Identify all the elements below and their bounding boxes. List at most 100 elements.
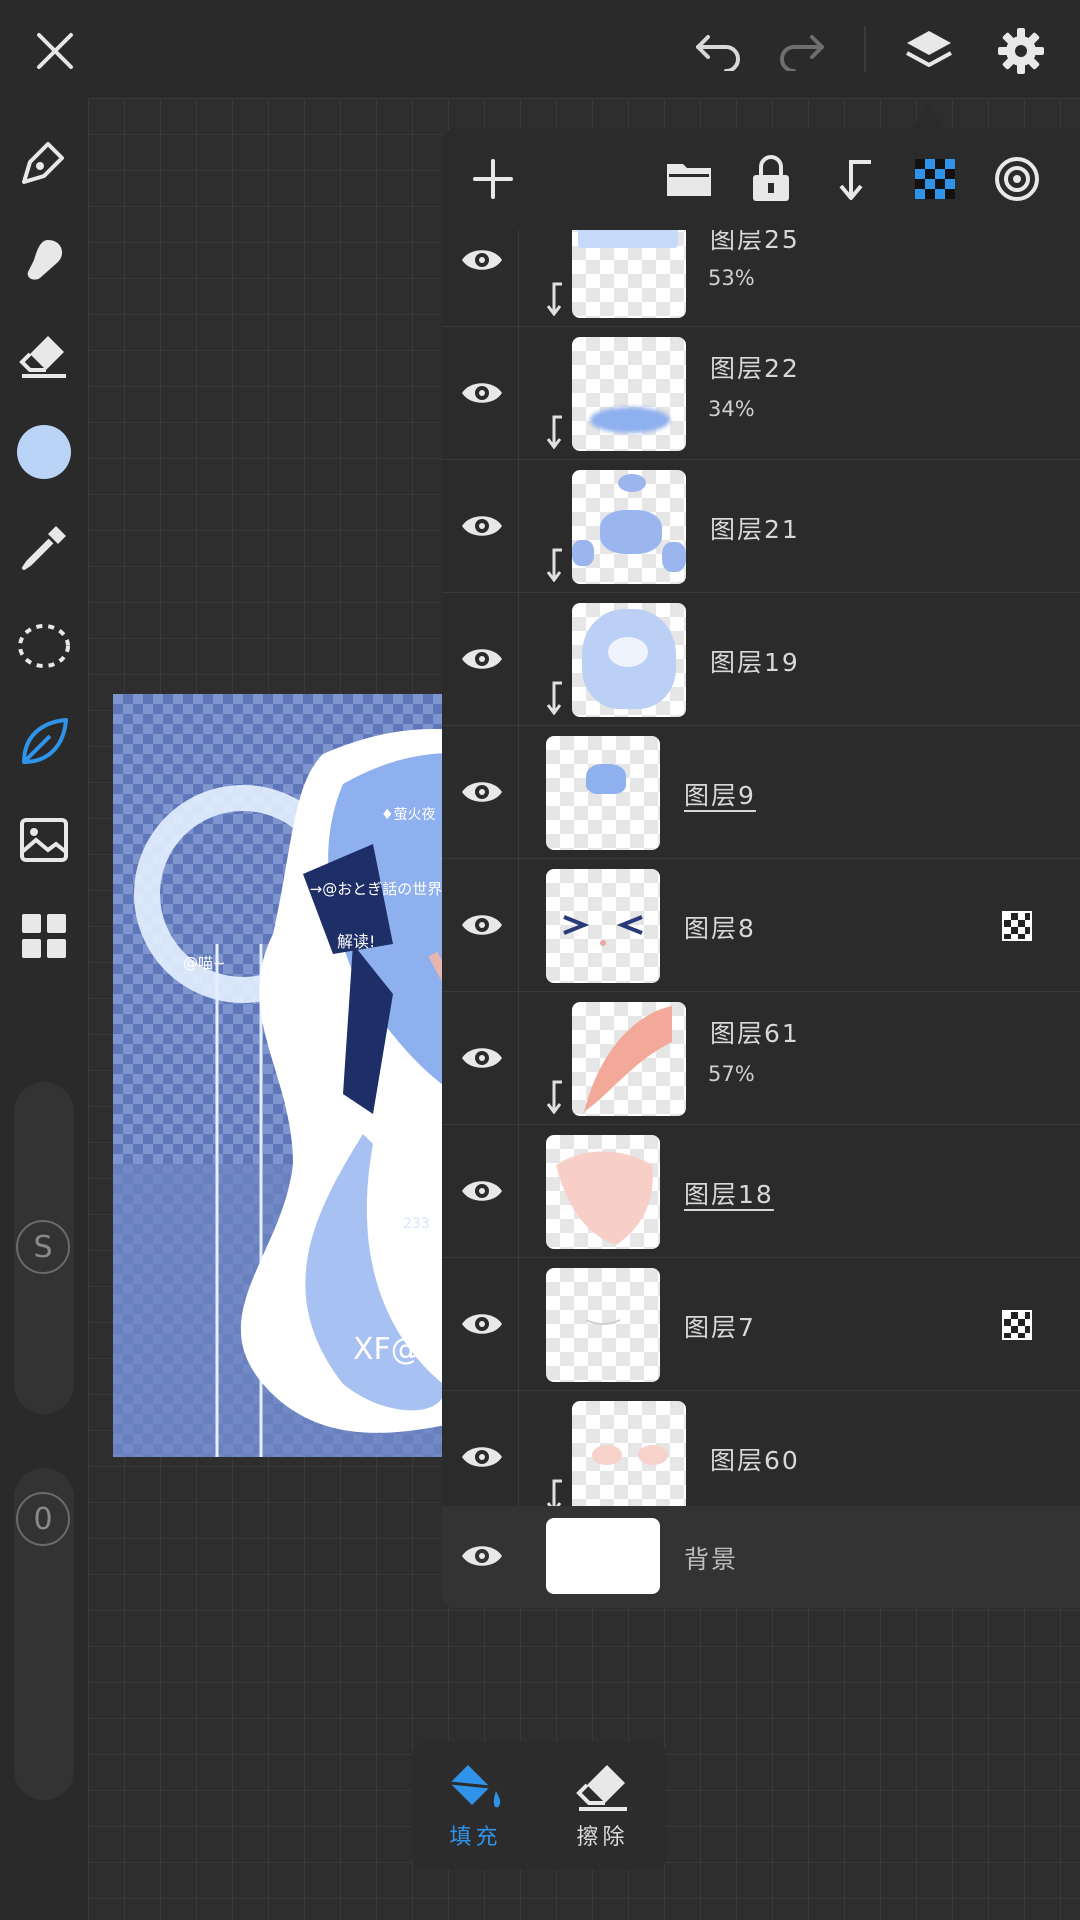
left-toolbar: S 0 xyxy=(0,98,88,1920)
layer-opacity: 34% xyxy=(708,397,755,421)
undo-icon[interactable] xyxy=(692,24,746,78)
layer-row[interactable]: 图层22 34% xyxy=(442,327,1080,460)
clip-indicator-icon xyxy=(546,1479,562,1506)
pen-tool-icon[interactable] xyxy=(14,132,74,192)
blend-mode-icon[interactable] xyxy=(990,152,1044,206)
layer-thumbnail xyxy=(572,603,686,717)
lasso-icon[interactable] xyxy=(14,616,74,676)
layer-row[interactable]: 图层60 xyxy=(442,1391,1080,1506)
redo-icon[interactable] xyxy=(774,24,828,78)
plus-icon[interactable] xyxy=(466,152,520,206)
layer-row[interactable]: 图层25 53% xyxy=(442,230,1080,327)
layer-thumbnail xyxy=(546,869,660,983)
artwork-text-3: 解读! xyxy=(337,932,376,951)
color-swatch[interactable] xyxy=(14,422,74,482)
eye-icon[interactable] xyxy=(456,1032,508,1084)
eye-icon[interactable] xyxy=(456,1298,508,1350)
toolbar-separator xyxy=(864,26,866,72)
layer-opacity: 57% xyxy=(708,1062,755,1086)
paint-bucket-icon xyxy=(449,1765,500,1808)
eye-icon[interactable] xyxy=(456,500,508,552)
fill-label: 填充 xyxy=(449,1825,502,1850)
artwork-text-2: (.→@おとぎ話の世界 xyxy=(299,880,443,898)
eraser-icon xyxy=(575,1765,627,1811)
layer-name: 图层19 xyxy=(710,648,800,677)
eraser-tool-icon[interactable] xyxy=(14,326,74,386)
background-thumbnail xyxy=(546,1518,660,1594)
alpha-lock-indicator-icon xyxy=(1002,911,1032,941)
eye-icon[interactable] xyxy=(456,1165,508,1217)
layer-row[interactable]: 图层61 57% xyxy=(442,992,1080,1125)
clip-indicator-icon xyxy=(546,415,562,449)
layers-icon[interactable] xyxy=(902,24,956,78)
brush-size-slider[interactable]: S xyxy=(14,1082,74,1414)
layer-row[interactable]: 图层8 xyxy=(442,859,1080,992)
layer-thumbnail xyxy=(546,736,660,850)
artwork-text-7: XF@ xyxy=(353,1332,421,1367)
layer-name: 图层22 xyxy=(710,354,800,383)
layer-thumbnail xyxy=(572,337,686,451)
layer-row[interactable]: 图层19 xyxy=(442,593,1080,726)
lock-icon[interactable] xyxy=(744,152,798,206)
layer-name: 图层61 xyxy=(710,1019,800,1048)
background-layer-name: 背景 xyxy=(684,1545,739,1574)
eyedropper-icon[interactable] xyxy=(14,518,74,578)
layers-panel-caret xyxy=(912,104,944,128)
image-import-icon[interactable] xyxy=(14,810,74,870)
layer-thumbnail xyxy=(572,230,686,318)
clip-indicator-icon xyxy=(546,282,562,316)
layer-opacity: 53% xyxy=(708,266,755,290)
eye-icon[interactable] xyxy=(456,367,508,419)
brush-opacity-knob[interactable]: 0 xyxy=(16,1492,70,1546)
layers-toolbar xyxy=(442,128,1080,230)
layers-panel: 图层25 53% 图层22 34% 图层21 图层19 图层9 图层8 图层61… xyxy=(442,128,1080,1608)
alpha-lock-indicator-icon xyxy=(1002,1310,1032,1340)
layer-name: 图层21 xyxy=(710,515,800,544)
layer-thumbnail xyxy=(546,1268,660,1382)
clip-indicator-icon xyxy=(546,548,562,582)
fill-button[interactable]: 填充 xyxy=(412,1742,539,1870)
brush-opacity-slider[interactable]: 0 xyxy=(14,1468,74,1800)
current-color xyxy=(17,425,71,479)
leaf-brush-icon[interactable] xyxy=(14,712,74,772)
top-bar xyxy=(0,0,1080,98)
eye-icon[interactable] xyxy=(456,899,508,951)
clip-indicator-icon xyxy=(546,1080,562,1114)
fill-erase-bar: 填充 擦除 xyxy=(412,1742,666,1870)
background-layer-row[interactable]: 背景 xyxy=(442,1506,1080,1608)
erase-label: 擦除 xyxy=(576,1825,629,1850)
layer-name: 图层25 xyxy=(710,230,800,254)
layer-thumbnail xyxy=(572,1401,686,1506)
folder-icon[interactable] xyxy=(662,152,716,206)
layer-name: 图层7 xyxy=(684,1313,756,1342)
close-icon[interactable] xyxy=(28,24,82,78)
layer-name: 图层9 xyxy=(684,781,756,810)
layer-thumbnail xyxy=(546,1135,660,1249)
eye-icon[interactable] xyxy=(456,633,508,685)
layer-list[interactable]: 图层25 53% 图层22 34% 图层21 图层19 图层9 图层8 图层61… xyxy=(442,230,1080,1506)
alpha-lock-icon[interactable] xyxy=(908,152,962,206)
layer-row[interactable]: 图层21 xyxy=(442,460,1080,593)
layer-row[interactable]: 图层7 xyxy=(442,1258,1080,1391)
layer-name: 图层60 xyxy=(710,1446,800,1475)
layer-name: 图层8 xyxy=(684,914,756,943)
clip-indicator-icon xyxy=(546,681,562,715)
artwork-text-1: ♦萤火夜 xyxy=(381,807,436,823)
gear-icon[interactable] xyxy=(994,24,1048,78)
clipping-mask-icon[interactable] xyxy=(826,152,880,206)
layer-row[interactable]: 图层9 xyxy=(442,726,1080,859)
eye-icon[interactable] xyxy=(456,1530,508,1582)
smudge-tool-icon[interactable] xyxy=(14,230,74,290)
more-tools-icon[interactable] xyxy=(14,906,74,966)
layer-row[interactable]: 图层18 xyxy=(442,1125,1080,1258)
layer-thumbnail xyxy=(572,1002,686,1116)
layer-thumbnail xyxy=(572,470,686,584)
layer-name: 图层18 xyxy=(684,1180,774,1209)
brush-size-knob[interactable]: S xyxy=(16,1220,70,1274)
eye-icon[interactable] xyxy=(456,234,508,286)
eye-icon[interactable] xyxy=(456,1431,508,1483)
erase-button[interactable]: 擦除 xyxy=(539,1742,666,1870)
artwork-text-5: 233 xyxy=(403,1216,430,1232)
artwork-text-4: @喵~ xyxy=(183,954,226,972)
eye-icon[interactable] xyxy=(456,766,508,818)
